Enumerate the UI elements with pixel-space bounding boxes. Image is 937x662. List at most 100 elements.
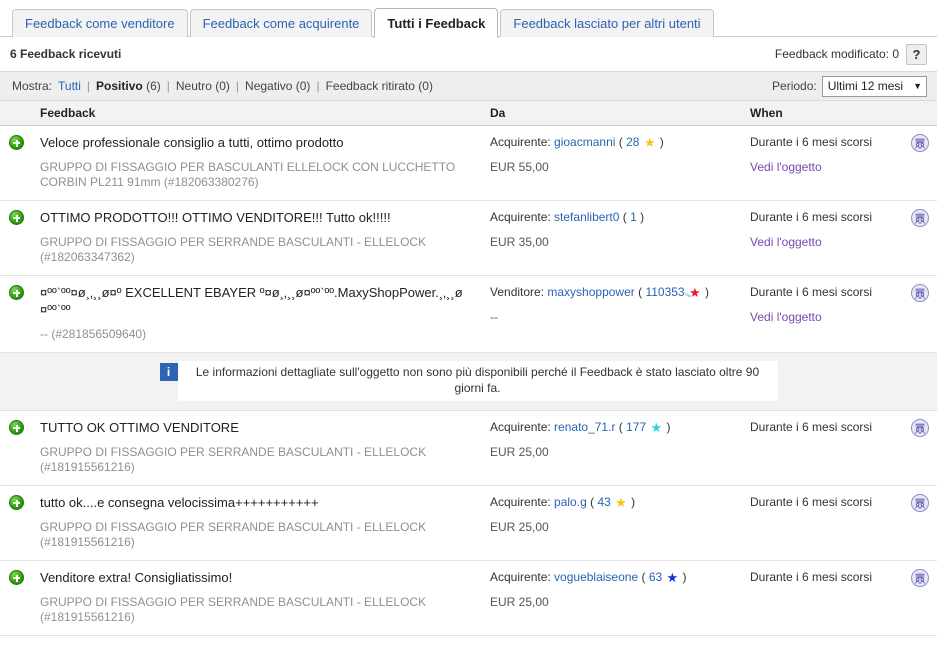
feedback-item-title: GRUPPO DI FISSAGGIO PER SERRANDE BASCULA… bbox=[40, 235, 427, 264]
feedback-star-icon: ★ bbox=[688, 285, 701, 300]
feedback-tabstrip: Feedback come venditore Feedback come acq… bbox=[0, 0, 937, 38]
from-username-link[interactable]: stefanlibert0 bbox=[554, 210, 619, 224]
feedback-comment: tutto ok....e consegna velocissima++++++… bbox=[40, 495, 319, 510]
green-plus-icon bbox=[9, 210, 24, 225]
feedback-cell: tutto ok....e consegna velocissima++++++… bbox=[40, 494, 490, 550]
filter-option-count: (0) bbox=[418, 79, 433, 93]
member-reply-icon[interactable] bbox=[911, 134, 929, 152]
member-reply-icon[interactable] bbox=[911, 569, 929, 587]
feedback-comment: Venditore extra! Consigliatissimo! bbox=[40, 570, 233, 585]
green-plus-icon bbox=[9, 135, 24, 150]
period-group: Periodo: Ultimi 12 mesi ▼ bbox=[772, 75, 927, 97]
from-role-label: Acquirente: bbox=[490, 135, 551, 149]
view-item-link[interactable]: Vedi l'oggetto bbox=[750, 235, 937, 250]
when-text: Durante i 6 mesi scorsi bbox=[750, 570, 873, 584]
period-selected-value: Ultimi 12 mesi bbox=[827, 79, 904, 93]
feedback-star-icon: ★ bbox=[643, 135, 656, 150]
view-item-link[interactable]: Vedi l'oggetto bbox=[750, 160, 937, 175]
from-user-line: Acquirente: stefanlibert0 ( 1 ) bbox=[490, 210, 645, 224]
feedback-cell: Venditore extra! Consigliatissimo! GRUPPO… bbox=[40, 569, 490, 625]
feedback-row: ¤ººˋºº¤ø¸‚¸¸ø¤º EXCELLENT EBAYER º¤ø¸‚¸¸… bbox=[0, 276, 937, 353]
filter-option-1[interactable]: Positivo (6) bbox=[96, 79, 161, 93]
from-user-line: Acquirente: renato_71.r ( 177 ★ ) bbox=[490, 420, 671, 435]
member-reply-icon[interactable] bbox=[911, 494, 929, 512]
from-cell: Acquirente: vogueblaiseone ( 63 ★ ) EUR 2… bbox=[490, 569, 750, 625]
member-reply-icon[interactable] bbox=[911, 284, 929, 302]
feedback-comment: ¤ººˋºº¤ø¸‚¸¸ø¤º EXCELLENT EBAYER º¤ø¸‚¸¸… bbox=[40, 285, 463, 317]
column-header-feedback: Feedback bbox=[40, 106, 96, 120]
feedback-row: tutto ok....e consegna velocissima++++++… bbox=[0, 486, 937, 561]
tab-0[interactable]: Feedback come venditore bbox=[12, 9, 188, 37]
from-role-label: Acquirente: bbox=[490, 495, 551, 509]
filter-option-label: Positivo bbox=[96, 79, 143, 93]
from-user-line: Acquirente: vogueblaiseone ( 63 ★ ) bbox=[490, 570, 687, 585]
item-price: EUR 35,00 bbox=[490, 235, 549, 249]
feedback-star-icon: ★ bbox=[650, 420, 663, 435]
when-cell: Durante i 6 mesi scorsi bbox=[750, 494, 937, 550]
member-reply-icon[interactable] bbox=[911, 209, 929, 227]
tab-3[interactable]: Feedback lasciato per altri utenti bbox=[500, 9, 714, 37]
tab-label: Feedback come venditore bbox=[25, 16, 175, 31]
help-button[interactable]: ? bbox=[906, 43, 927, 65]
item-price: EUR 25,00 bbox=[490, 445, 549, 459]
feedback-score-link[interactable]: 110353 bbox=[645, 285, 684, 299]
filter-separator: | bbox=[166, 79, 170, 93]
tab-1[interactable]: Feedback come acquirente bbox=[189, 9, 373, 37]
feedback-row: TUTTO OK OTTIMO VENDITORE GRUPPO DI FISSA… bbox=[0, 411, 937, 486]
filter-separator: | bbox=[86, 79, 91, 93]
rating-cell bbox=[0, 284, 40, 342]
when-cell: Durante i 6 mesi scorsi Vedi l'oggetto bbox=[750, 284, 937, 342]
item-price: EUR 25,00 bbox=[490, 595, 549, 609]
filter-option-count: (0) bbox=[215, 79, 230, 93]
feedback-row: OTTIMO PRODOTTO!!! OTTIMO VENDITORE!!! T… bbox=[0, 201, 937, 276]
feedback-revised-count: Feedback modificato: 0 bbox=[774, 47, 899, 61]
filter-option-3[interactable]: Negativo (0) bbox=[245, 79, 310, 93]
filter-option-count: (0) bbox=[295, 79, 311, 93]
filter-option-0[interactable]: Tutti bbox=[58, 79, 81, 93]
feedback-score-link[interactable]: 43 bbox=[597, 495, 610, 509]
feedback-comment: Veloce professionale consiglio a tutti, … bbox=[40, 135, 344, 150]
info-icon: i bbox=[159, 363, 178, 381]
tab-2[interactable]: Tutti i Feedback bbox=[374, 8, 499, 38]
from-cell: Acquirente: stefanlibert0 ( 1 ) EUR 35,00 bbox=[490, 209, 750, 265]
from-role-label: Venditore: bbox=[490, 285, 545, 299]
filter-show-label: Mostra: bbox=[12, 79, 53, 93]
item-price: -- bbox=[490, 310, 498, 324]
feedback-score-link[interactable]: 63 bbox=[649, 570, 662, 584]
member-reply-icon[interactable] bbox=[911, 419, 929, 437]
green-plus-icon bbox=[9, 495, 24, 510]
when-text: Durante i 6 mesi scorsi bbox=[750, 135, 873, 149]
filter-separator: | bbox=[316, 79, 320, 93]
feedback-row: Veloce professionale consiglio a tutti, … bbox=[0, 126, 937, 201]
filter-option-4[interactable]: Feedback ritirato (0) bbox=[326, 79, 433, 93]
from-username-link[interactable]: renato_71.r bbox=[554, 420, 615, 434]
from-role-label: Acquirente: bbox=[490, 420, 551, 434]
filter-option-label: Feedback ritirato bbox=[325, 79, 415, 93]
feedback-score-link[interactable]: 28 bbox=[626, 135, 639, 149]
rating-cell bbox=[0, 134, 40, 190]
feedback-cell: Veloce professionale consiglio a tutti, … bbox=[40, 134, 490, 190]
from-username-link[interactable]: gioacmanni bbox=[554, 135, 615, 149]
from-role-label: Acquirente: bbox=[490, 570, 551, 584]
filter-options-group: Mostra: Tutti | Positivo (6) | Neutro (0) | Ne… bbox=[12, 79, 433, 93]
filter-option-2[interactable]: Neutro (0) bbox=[176, 79, 230, 93]
from-user-line: Venditore: maxyshoppower ( 110353 ★ ) bbox=[490, 285, 709, 300]
from-cell: Acquirente: gioacmanni ( 28 ★ ) EUR 55,00 bbox=[490, 134, 750, 190]
item-price: EUR 25,00 bbox=[490, 520, 549, 534]
filter-option-label: Neutro bbox=[175, 79, 212, 93]
feedback-item-title: GRUPPO DI FISSAGGIO PER SERRANDE BASCULA… bbox=[40, 595, 427, 624]
period-select[interactable]: Ultimi 12 mesi ▼ bbox=[821, 75, 927, 97]
tab-label: Feedback come acquirente bbox=[202, 16, 360, 31]
view-item-link[interactable]: Vedi l'oggetto bbox=[750, 310, 937, 325]
feedback-row: Venditore extra! Consigliatissimo! GRUPPO… bbox=[0, 561, 937, 636]
from-username-link[interactable]: maxyshoppower bbox=[547, 285, 634, 299]
when-cell: Durante i 6 mesi scorsi Vedi l'oggetto bbox=[750, 209, 937, 265]
feedback-score-link[interactable]: 177 bbox=[626, 420, 646, 434]
feedback-score-link[interactable]: 1 bbox=[630, 210, 637, 224]
column-header-from: Da bbox=[490, 106, 506, 120]
rating-cell bbox=[0, 569, 40, 625]
from-username-link[interactable]: palo.g bbox=[554, 495, 587, 509]
from-cell: Acquirente: palo.g ( 43 ★ ) EUR 25,00 bbox=[490, 494, 750, 550]
when-cell: Durante i 6 mesi scorsi Vedi l'oggetto bbox=[750, 134, 937, 190]
from-username-link[interactable]: vogueblaiseone bbox=[554, 570, 638, 584]
